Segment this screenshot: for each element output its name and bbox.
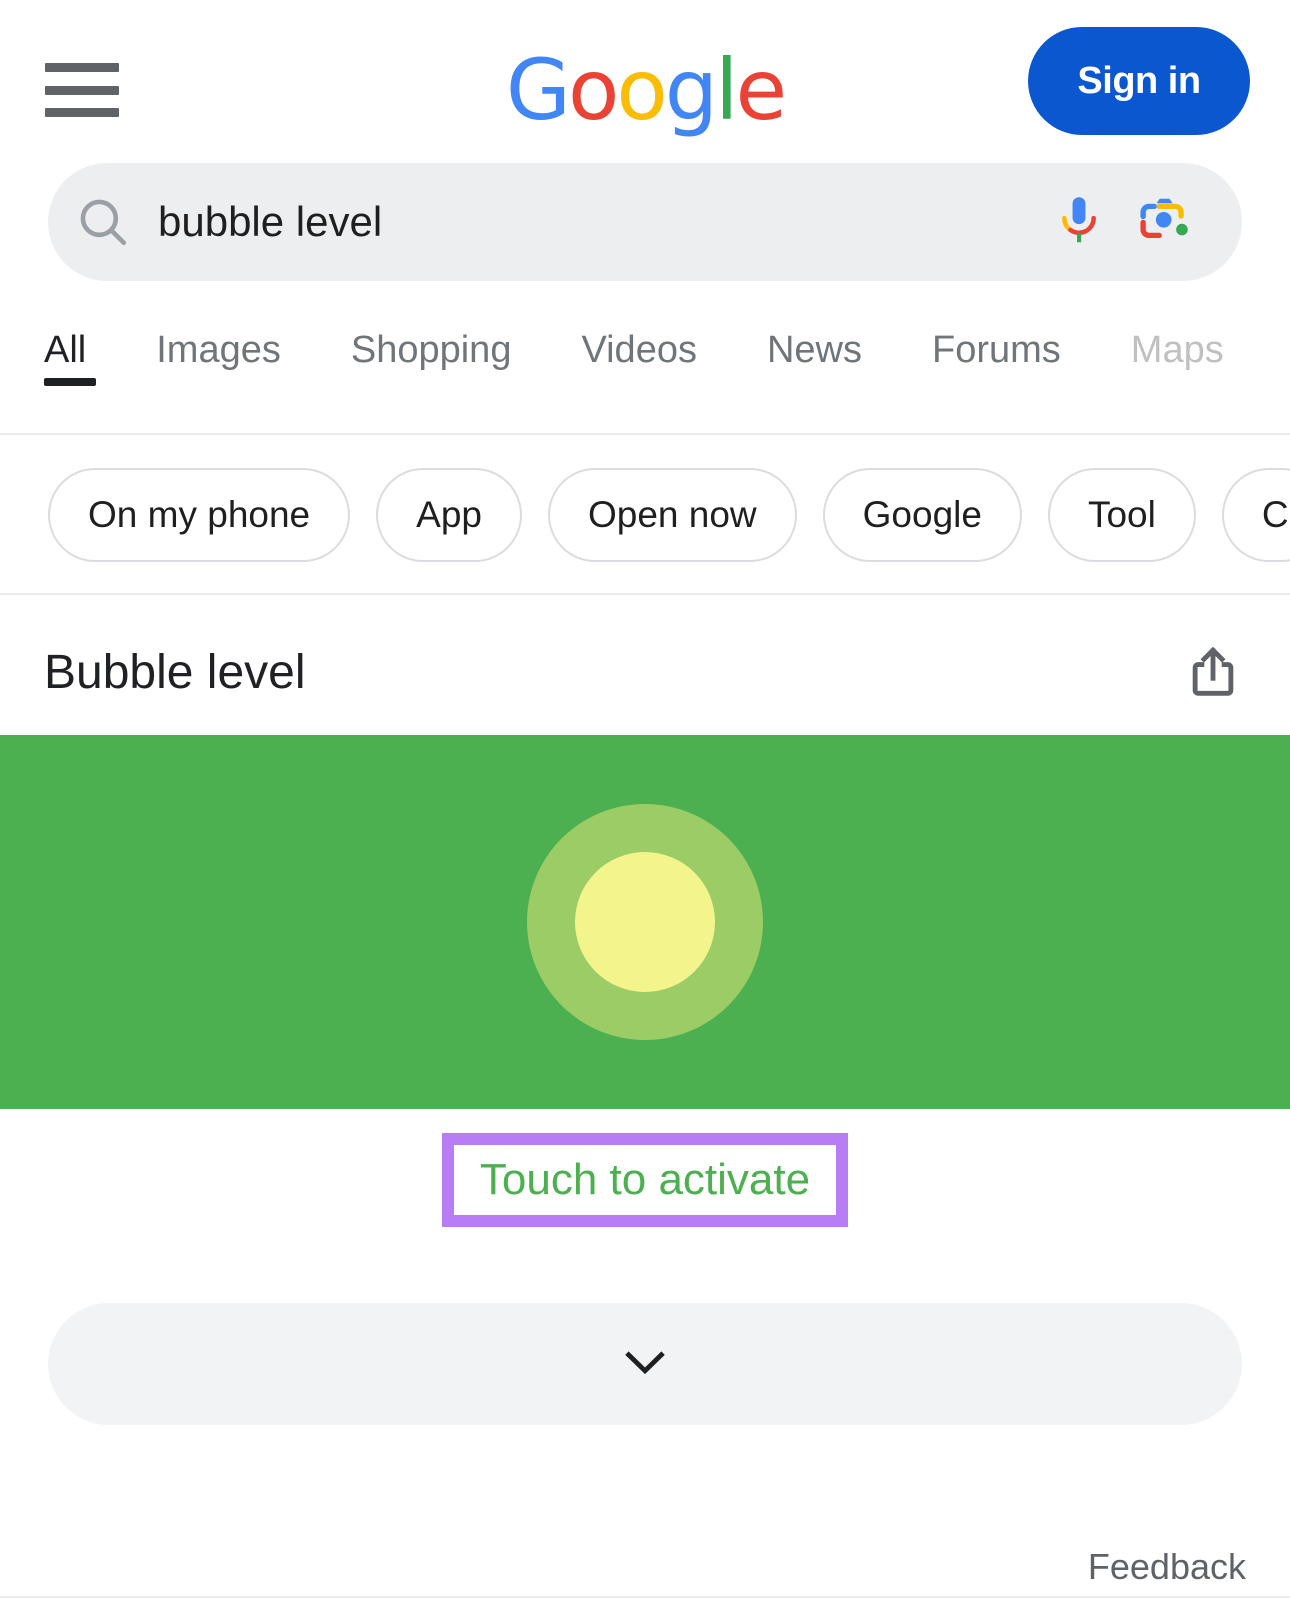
logo-letter-o2: o: [616, 41, 667, 139]
search-nav-tabs: All Images Shopping Videos News Forums M…: [0, 329, 1290, 394]
tab-all[interactable]: All: [44, 329, 97, 394]
tab-videos[interactable]: Videos: [581, 329, 697, 394]
bubble-level-bubble: [575, 852, 715, 992]
expand-section-container: [0, 1227, 1290, 1425]
chip-google[interactable]: Google: [822, 468, 1022, 562]
filter-chips: On my phone App Open now Google Tool C: [0, 435, 1290, 593]
tab-forums[interactable]: Forums: [932, 329, 1061, 394]
bubble-level-widget[interactable]: [0, 735, 1290, 1109]
tab-shopping[interactable]: Shopping: [351, 329, 512, 394]
logo-letter-e: e: [735, 41, 787, 139]
footer-divider: [0, 1596, 1290, 1602]
search-icon: [48, 193, 158, 251]
search-nav-tabs-container: All Images Shopping Videos News Forums M…: [0, 329, 1290, 435]
widget-header: Bubble level: [0, 595, 1290, 735]
chip-open-now[interactable]: Open now: [547, 468, 797, 562]
bubble-level-outer-ring: [527, 804, 763, 1040]
tab-maps[interactable]: Maps: [1131, 329, 1224, 394]
feedback-link[interactable]: Feedback: [1088, 1546, 1246, 1588]
tab-images[interactable]: Images: [156, 329, 281, 394]
search-bar[interactable]: [48, 163, 1242, 281]
filter-chips-container: On my phone App Open now Google Tool C: [0, 435, 1290, 595]
touch-to-activate-label: Touch to activate: [479, 1155, 811, 1204]
chip-partial[interactable]: C: [1221, 468, 1290, 562]
search-input[interactable]: [158, 198, 1036, 246]
search-bar-container: [0, 163, 1290, 281]
tab-news[interactable]: News: [767, 329, 862, 394]
logo-letter-G: G: [505, 41, 571, 139]
logo-letter-g: g: [664, 41, 718, 139]
logo-letter-o1: o: [567, 41, 619, 139]
page-title: Bubble level: [44, 645, 306, 699]
expand-more-button[interactable]: [48, 1303, 1242, 1425]
chip-tool[interactable]: Tool: [1047, 468, 1196, 562]
touch-to-activate-button[interactable]: Touch to activate: [441, 1133, 849, 1227]
chip-on-my-phone[interactable]: On my phone: [48, 468, 351, 562]
google-lens-camera-icon[interactable]: [1122, 193, 1208, 251]
microphone-icon[interactable]: [1036, 194, 1122, 250]
logo-letter-l: l: [715, 41, 738, 139]
chevron-down-icon: [624, 1350, 666, 1379]
chip-app[interactable]: App: [376, 468, 522, 562]
share-icon[interactable]: [1180, 639, 1246, 705]
page-header: Google Sign in: [0, 0, 1290, 163]
sign-in-button[interactable]: Sign in: [1028, 27, 1250, 135]
activate-overlay-container: Touch to activate: [0, 1109, 1290, 1227]
